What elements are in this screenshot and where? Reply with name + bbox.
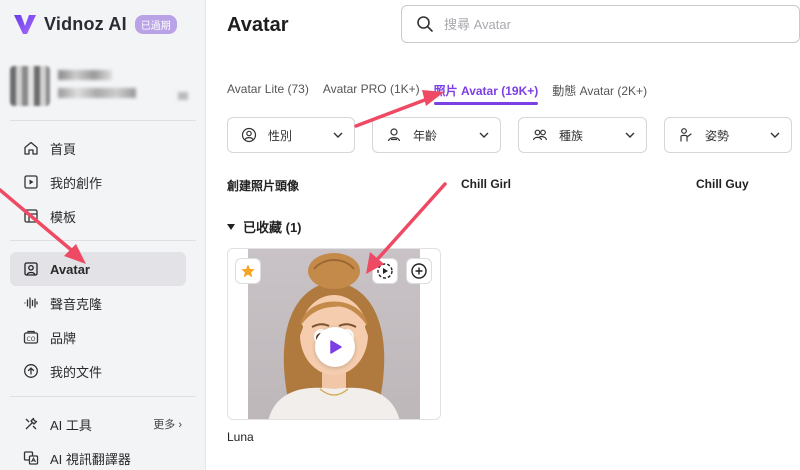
pose-icon xyxy=(677,126,695,144)
chill-guy-label[interactable]: Chill Guy xyxy=(696,177,749,191)
profile-menu-redacted xyxy=(178,92,188,100)
divider xyxy=(10,240,196,241)
sidebar-item-label: 品牌 xyxy=(50,330,77,346)
sidebar-item-my-creations[interactable]: 我的創作 xyxy=(10,165,186,199)
avatar-card-name: Luna xyxy=(227,430,254,444)
sidebar-item-my-files[interactable]: 我的文件 xyxy=(10,354,186,388)
brand-name: Vidnoz AI xyxy=(44,13,127,34)
sidebar-item-avatar[interactable]: Avatar xyxy=(10,252,186,286)
filter-label: 姿勢 xyxy=(705,128,730,143)
favorite-star-button[interactable] xyxy=(235,258,261,284)
sidebar-nav-tools: Avatar 聲音克隆 CO 品牌 我的文件 xyxy=(10,252,186,388)
search-input[interactable] xyxy=(444,16,744,32)
age-icon xyxy=(385,126,403,144)
sidebar-item-templates[interactable]: 模板 xyxy=(10,199,186,233)
vidnoz-logo-icon xyxy=(14,15,36,34)
animate-avatar-button[interactable] xyxy=(372,258,398,284)
sidebar-item-voice-clone[interactable]: 聲音克隆 xyxy=(10,286,186,320)
chevron-right-icon: › xyxy=(175,419,182,431)
avatar-card-luna[interactable] xyxy=(227,248,441,420)
user-email-redacted xyxy=(58,88,136,98)
filter-label: 種族 xyxy=(559,128,584,143)
sidebar-item-home[interactable]: 首頁 xyxy=(10,131,186,165)
play-icon xyxy=(330,340,342,354)
create-photo-avatar-label[interactable]: 創建照片頭像 xyxy=(227,177,299,194)
chevron-down-icon xyxy=(770,132,780,138)
sidebar-nav-main: 首頁 我的創作 模板 xyxy=(10,131,186,233)
play-square-icon xyxy=(22,173,40,191)
tab-photo-avatar[interactable]: 照片 Avatar (19K+) xyxy=(433,82,538,106)
svg-text:CO: CO xyxy=(27,336,36,343)
brand[interactable]: Vidnoz AI 已過期 xyxy=(12,10,177,38)
sidebar-item-label: AI 視訊翻譯器 xyxy=(50,451,131,467)
tab-avatar-pro[interactable]: Avatar PRO (1K+) xyxy=(323,82,420,106)
search-box[interactable] xyxy=(401,5,800,43)
search-icon xyxy=(417,16,433,32)
sidebar-item-label: 首頁 xyxy=(50,141,77,157)
divider xyxy=(10,396,196,397)
sidebar: Vidnoz AI 已過期 首頁 我的創作 模板 Avatar 聲音克隆 CO … xyxy=(0,0,206,470)
gender-filter-dropdown[interactable]: 性別 xyxy=(227,117,355,153)
avatar-icon xyxy=(22,260,40,278)
tab-dynamic-avatar[interactable]: 動態 Avatar (2K+) xyxy=(552,82,647,106)
brand-icon: CO xyxy=(22,328,40,346)
sidebar-item-label: Avatar xyxy=(50,261,90,277)
chill-girl-label[interactable]: Chill Girl xyxy=(461,177,511,191)
favorites-toggle[interactable]: 已收藏 (1) xyxy=(227,217,302,236)
caret-down-icon xyxy=(227,223,235,230)
sidebar-nav-ai: AI 工具 更多 › AI 視訊翻譯器 xyxy=(10,407,186,470)
template-icon xyxy=(22,207,40,225)
filter-label: 年齡 xyxy=(413,128,438,143)
sidebar-item-label: AI 工具 xyxy=(50,417,92,433)
avatar xyxy=(10,66,50,106)
favorites-heading: 已收藏 (1) xyxy=(243,220,302,235)
sidebar-item-brand[interactable]: CO 品牌 xyxy=(10,320,186,354)
sidebar-item-label: 模板 xyxy=(50,209,77,225)
star-icon xyxy=(241,264,255,278)
sidebar-item-ai-tools[interactable]: AI 工具 更多 › xyxy=(10,407,186,441)
pose-filter-dropdown[interactable]: 姿勢 xyxy=(664,117,792,153)
tools-icon xyxy=(22,415,40,433)
age-filter-dropdown[interactable]: 年齡 xyxy=(372,117,501,153)
upload-icon xyxy=(22,362,40,380)
dashed-play-circle-icon xyxy=(377,263,393,279)
chevron-down-icon xyxy=(333,132,343,138)
home-icon xyxy=(22,139,40,157)
translate-icon xyxy=(22,449,40,467)
chevron-down-icon xyxy=(625,132,635,138)
chevron-down-icon xyxy=(479,132,489,138)
page-title: Avatar xyxy=(227,14,289,36)
ethnicity-filter-dropdown[interactable]: 種族 xyxy=(518,117,647,153)
sidebar-item-label: 我的創作 xyxy=(50,175,103,191)
avatar-type-tabs: Avatar Lite (73) Avatar PRO (1K+) 照片 Ava… xyxy=(227,82,661,106)
play-preview-button[interactable] xyxy=(315,327,355,367)
waveform-icon xyxy=(22,294,40,312)
add-avatar-button[interactable] xyxy=(406,258,432,284)
expired-badge: 已過期 xyxy=(134,14,177,34)
ethnicity-icon xyxy=(531,126,549,144)
sidebar-item-label: 聲音克隆 xyxy=(50,296,103,312)
user-profile[interactable] xyxy=(10,62,190,110)
tab-avatar-lite[interactable]: Avatar Lite (73) xyxy=(227,82,309,106)
filter-label: 性別 xyxy=(268,128,293,143)
more-link[interactable]: 更多 › xyxy=(153,416,182,432)
plus-circle-icon xyxy=(411,263,427,279)
divider xyxy=(10,120,196,121)
sidebar-item-video-translator[interactable]: AI 視訊翻譯器 xyxy=(10,441,186,470)
sidebar-item-label: 我的文件 xyxy=(50,364,103,380)
user-name-redacted xyxy=(58,70,112,80)
gender-icon xyxy=(240,126,258,144)
